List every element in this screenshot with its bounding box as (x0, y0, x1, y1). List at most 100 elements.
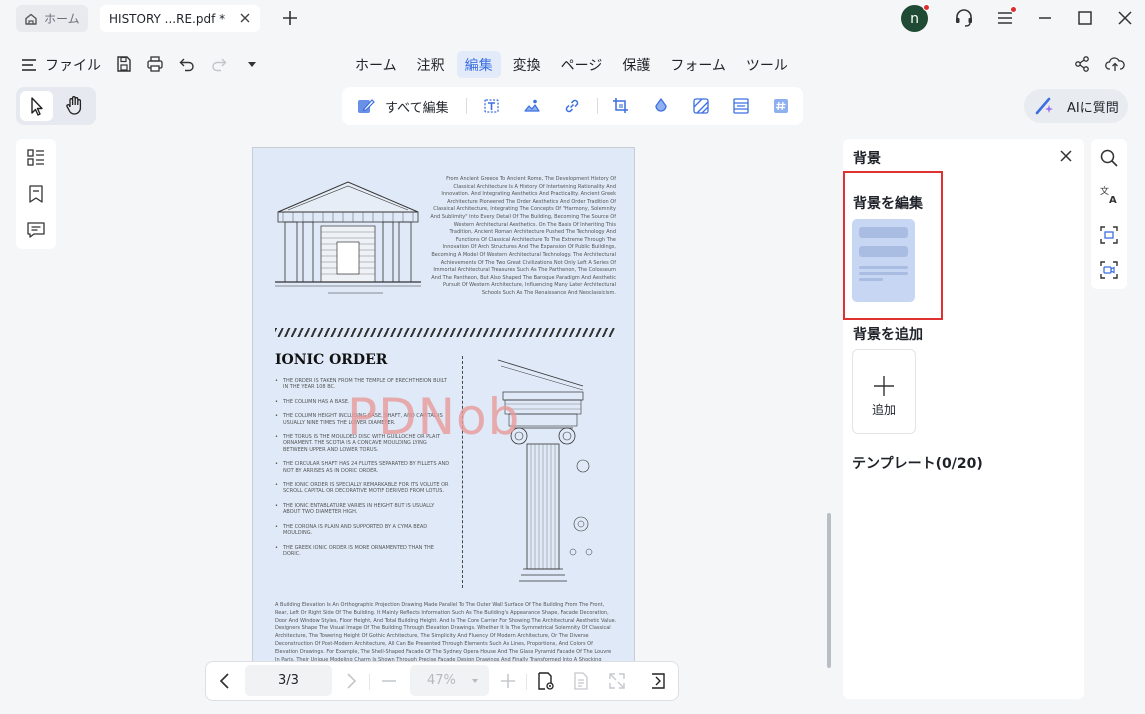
thumbnails-button[interactable] (26, 148, 46, 168)
bookmark-icon (29, 185, 43, 203)
save-button[interactable] (115, 55, 133, 73)
thumbnail-line (859, 278, 883, 281)
watermark-icon (655, 98, 667, 112)
translate-button[interactable]: 文A (1099, 184, 1119, 204)
watermark-button[interactable] (652, 97, 670, 115)
support-button[interactable] (953, 7, 975, 29)
add-text-icon (484, 99, 499, 113)
single-page-button[interactable] (571, 671, 591, 691)
add-background-button[interactable]: 追加 (852, 349, 916, 434)
list-item: THE GREEK IONIC ORDER IS MORE ORNAMENTED… (275, 545, 450, 558)
share-button[interactable] (1073, 55, 1091, 73)
add-link-button[interactable] (563, 97, 581, 115)
crop-button[interactable] (612, 97, 630, 115)
crop-icon (613, 98, 628, 113)
caret-down-icon (248, 62, 256, 67)
thumbnails-icon (27, 149, 44, 166)
menu-page[interactable]: ページ (553, 51, 611, 78)
ocr-icon (1100, 226, 1118, 244)
header-footer-button[interactable] (732, 97, 750, 115)
page-number-input[interactable]: 3/3 (245, 665, 332, 696)
collapse-panel-button[interactable] (648, 671, 668, 691)
undo-icon (179, 58, 194, 72)
zoom-out-button[interactable] (379, 671, 399, 691)
undo-button[interactable] (178, 55, 196, 73)
vertical-scrollbar[interactable] (827, 513, 831, 668)
screen-capture-button[interactable] (1099, 260, 1119, 280)
menu-tools[interactable]: ツール (738, 51, 796, 78)
home-tab-label: ホーム (44, 12, 80, 26)
add-background-button-label: 追加 (871, 403, 896, 417)
ocr-button[interactable] (1099, 225, 1119, 245)
menu-form[interactable]: フォーム (662, 51, 734, 78)
menu-edit[interactable]: 編集 (456, 51, 501, 78)
menu-protect[interactable]: 保護 (614, 51, 658, 78)
background-icon (693, 98, 709, 114)
header-footer-icon (733, 98, 749, 114)
close-icon (1060, 150, 1072, 162)
document-tab[interactable]: HISTORY ...RE.pdf * (100, 5, 260, 32)
next-page-button[interactable] (341, 671, 361, 691)
background-button[interactable] (692, 97, 710, 115)
edit-all-icon (358, 99, 375, 113)
plus-icon (501, 674, 515, 688)
tab-bar: ホーム HISTORY ...RE.pdf * n (0, 0, 1145, 36)
hand-icon (66, 96, 82, 115)
plus-icon (283, 11, 297, 25)
edit-all-button[interactable]: すべて編集 (356, 96, 449, 116)
document-tab-label: HISTORY ...RE.pdf * (109, 11, 226, 26)
app-menu-button[interactable] (995, 6, 1017, 27)
bates-number-button[interactable] (772, 97, 790, 115)
zoom-in-button[interactable] (498, 671, 518, 691)
close-tab-icon[interactable] (238, 11, 252, 25)
redo-icon (212, 58, 227, 72)
edit-all-label: すべて編集 (385, 100, 449, 116)
close-icon (1118, 11, 1132, 25)
bookmarks-button[interactable] (26, 184, 46, 204)
menu-home[interactable]: ホーム (347, 51, 405, 78)
fit-page-button[interactable] (607, 671, 627, 691)
prev-page-button[interactable] (215, 671, 235, 691)
screen-capture-icon (1100, 261, 1118, 279)
comments-button[interactable] (26, 220, 46, 240)
intro-paragraph: From Ancient Greece To Ancient Rome, The… (430, 176, 616, 296)
background-thumbnail[interactable] (852, 219, 915, 302)
plus-icon (874, 376, 894, 396)
section-heading: IONIC ORDER (275, 352, 388, 368)
menu-annotate[interactable]: 注釈 (409, 51, 453, 78)
divider (369, 674, 370, 690)
print-button[interactable] (146, 55, 164, 73)
maximize-button[interactable] (1076, 9, 1094, 27)
close-window-button[interactable] (1116, 9, 1134, 27)
quick-access-dropdown[interactable] (245, 57, 259, 71)
home-tab[interactable]: ホーム (16, 5, 88, 32)
zoom-level-select[interactable]: 47% (410, 665, 489, 696)
new-tab-button[interactable] (280, 8, 300, 28)
hand-tool-button[interactable] (64, 94, 86, 118)
section-divider (275, 328, 615, 337)
list-item: THE IONIC ORDER IS SPECIALLY REMARKABLE … (275, 482, 450, 495)
upload-cloud-button[interactable] (1105, 55, 1125, 73)
add-image-button[interactable] (523, 97, 541, 115)
user-avatar[interactable]: n (901, 4, 930, 32)
menu-convert[interactable]: 変換 (505, 51, 549, 78)
svg-text:A: A (1109, 195, 1117, 204)
minimize-button[interactable] (1036, 9, 1054, 27)
elevation-paragraph: A Building Elevation Is An Orthographic … (275, 602, 617, 666)
search-icon (1100, 149, 1118, 167)
avatar-letter: n (910, 10, 919, 27)
search-button[interactable] (1099, 148, 1119, 168)
page-view-button[interactable] (536, 671, 556, 691)
panel-close-button[interactable] (1059, 149, 1073, 163)
link-icon (565, 99, 579, 113)
add-text-button[interactable] (483, 97, 501, 115)
bates-number-icon (774, 99, 788, 113)
template-label: テンプレート(0/20) (852, 456, 983, 472)
main-menu: ホーム 注釈 編集 変換 ページ 保護 フォーム ツール (347, 51, 796, 78)
home-icon (25, 13, 37, 25)
minimize-icon (1039, 17, 1051, 19)
redo-button[interactable] (210, 55, 228, 73)
select-tool-button[interactable] (20, 91, 53, 121)
ai-ask-button[interactable]: AIに質問 (1024, 89, 1128, 123)
file-menu-button[interactable]: ファイル (20, 55, 101, 75)
